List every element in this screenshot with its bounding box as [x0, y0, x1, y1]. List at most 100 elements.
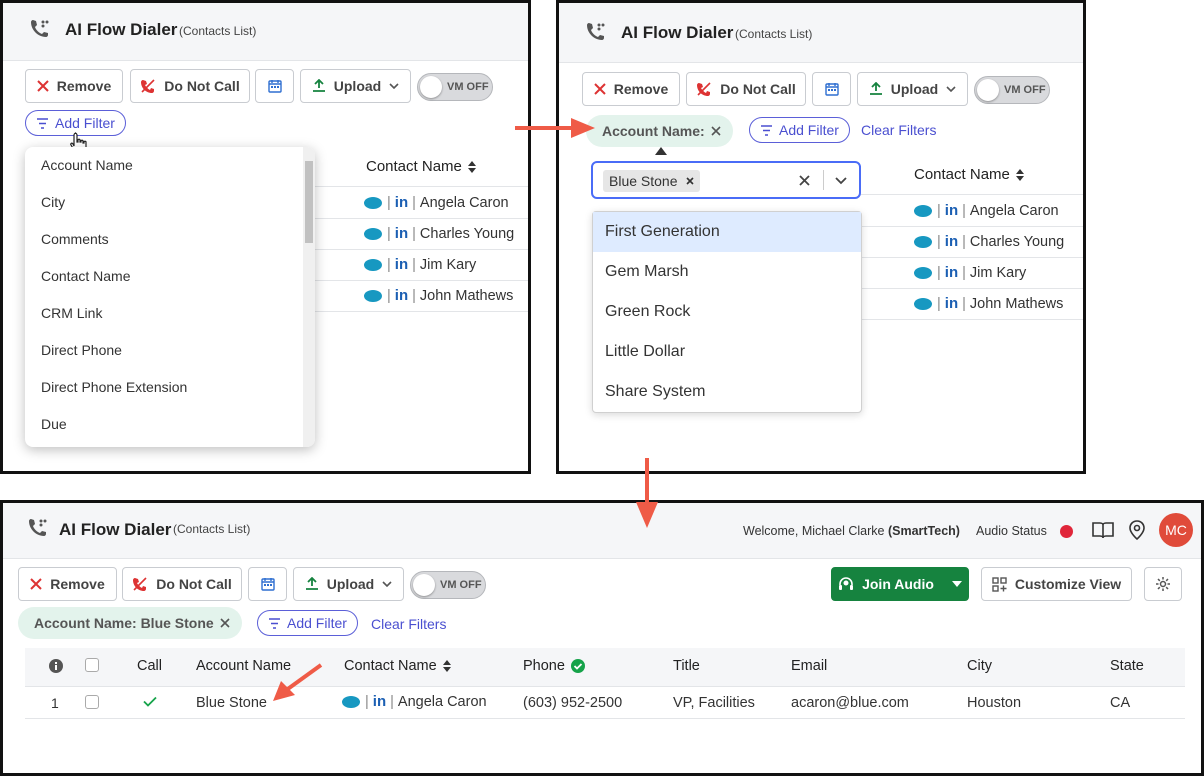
remove-button[interactable]: Remove — [25, 69, 123, 103]
value-option[interactable]: Green Rock — [593, 292, 861, 332]
chevron-down-icon[interactable] — [835, 177, 847, 185]
value-option[interactable]: First Generation — [593, 212, 861, 252]
account-name-select[interactable]: Blue Stone — [591, 161, 861, 199]
join-audio-button[interactable]: Join Audio — [831, 567, 969, 601]
do-not-call-button[interactable]: Do Not Call — [122, 567, 242, 601]
vm-toggle[interactable]: VM OFF — [417, 73, 493, 101]
scrollbar[interactable] — [303, 147, 315, 447]
contact-name-column-header[interactable]: Contact Name — [344, 658, 451, 674]
info-icon[interactable] — [49, 659, 63, 673]
add-filter-button[interactable]: Add Filter — [749, 117, 850, 143]
filter-icon — [269, 617, 280, 629]
calendar-button[interactable] — [255, 69, 294, 103]
email-column-header[interactable]: Email — [791, 658, 827, 674]
linkedin-icon[interactable]: in — [945, 233, 958, 250]
customize-view-button[interactable]: Customize View — [981, 567, 1132, 601]
salesforce-icon[interactable] — [363, 289, 383, 303]
contact-name-column-header[interactable]: Contact Name — [914, 166, 1024, 183]
salesforce-icon[interactable] — [913, 266, 933, 280]
check-icon — [143, 696, 157, 707]
linkedin-icon[interactable]: in — [395, 225, 408, 242]
location-pin-icon[interactable] — [1129, 520, 1145, 540]
linkedin-icon[interactable]: in — [395, 194, 408, 211]
calendar-button[interactable] — [812, 72, 851, 106]
linkedin-icon[interactable]: in — [945, 264, 958, 281]
calendar-button[interactable] — [248, 567, 287, 601]
sort-icon — [467, 160, 476, 173]
row-checkbox[interactable] — [85, 695, 99, 709]
panel-filtered-result: AI Flow Dialer (Contacts List) Welcome, … — [0, 500, 1204, 776]
filter-option[interactable]: Due — [25, 406, 315, 443]
app-header: AI Flow Dialer (Contacts List) Welcome, … — [3, 503, 1201, 559]
linkedin-icon[interactable]: in — [395, 256, 408, 273]
salesforce-icon[interactable] — [913, 297, 933, 311]
app-title: AI Flow Dialer — [59, 520, 172, 539]
close-icon — [594, 83, 606, 95]
state-column-header[interactable]: State — [1110, 658, 1144, 674]
phone-dialer-icon — [587, 23, 605, 40]
upload-button[interactable]: Upload — [857, 72, 968, 106]
title-column-header[interactable]: Title — [673, 658, 700, 674]
audio-status-indicator — [1060, 525, 1073, 538]
remove-button[interactable]: Remove — [582, 72, 680, 106]
linkedin-icon[interactable]: in — [945, 295, 958, 312]
add-filter-button[interactable]: Add Filter — [257, 610, 358, 636]
filter-option[interactable]: Contact Name — [25, 258, 315, 295]
salesforce-icon[interactable] — [341, 695, 361, 709]
account-name-filter-chip[interactable]: Account Name: Blue Stone — [18, 607, 242, 639]
salesforce-icon[interactable] — [363, 227, 383, 241]
phone-cell[interactable]: (603) 952-2500 — [523, 695, 622, 711]
list-item: | in | John Mathews — [363, 287, 513, 304]
linkedin-icon[interactable]: in — [945, 202, 958, 219]
filter-field-dropdown[interactable]: Account Name City Comments Contact Name … — [25, 147, 315, 447]
value-option[interactable]: Little Dollar — [593, 332, 861, 372]
settings-button[interactable] — [1144, 567, 1182, 601]
clear-icon[interactable] — [799, 175, 810, 186]
close-icon[interactable] — [711, 126, 721, 136]
email-cell: acaron@blue.com — [791, 695, 909, 711]
salesforce-icon[interactable] — [913, 204, 933, 218]
filter-option[interactable]: City — [25, 184, 315, 221]
account-name-filter-chip[interactable]: Account Name: — [586, 115, 733, 147]
phone-column-header[interactable]: Phone — [523, 658, 585, 674]
account-name-options[interactable]: First Generation Gem Marsh Green Rock Li… — [592, 211, 862, 413]
vm-toggle[interactable]: VM OFF — [410, 571, 486, 599]
remove-button[interactable]: Remove — [18, 567, 117, 601]
avatar[interactable]: MC — [1159, 513, 1193, 547]
vm-toggle[interactable]: VM OFF — [974, 76, 1050, 104]
value-option[interactable]: Gem Marsh — [593, 252, 861, 292]
salesforce-icon[interactable] — [913, 235, 933, 249]
call-column-header[interactable]: Call — [137, 658, 162, 674]
chevron-down-icon — [389, 83, 399, 89]
scrollbar-thumb[interactable] — [305, 161, 313, 243]
contact-name-column-header[interactable]: Contact Name — [366, 158, 476, 175]
filter-option[interactable]: Comments — [25, 221, 315, 258]
book-icon[interactable] — [1092, 521, 1114, 539]
gear-icon — [1156, 577, 1170, 591]
salesforce-icon[interactable] — [363, 196, 383, 210]
upload-button[interactable]: Upload — [293, 567, 404, 601]
upload-button[interactable]: Upload — [300, 69, 411, 103]
value-option[interactable]: Share System — [593, 372, 861, 412]
select-all-checkbox[interactable] — [85, 658, 99, 672]
clear-filters-link[interactable]: Clear Filters — [861, 122, 936, 138]
linkedin-icon[interactable]: in — [373, 693, 386, 710]
city-column-header[interactable]: City — [967, 658, 992, 674]
close-icon[interactable] — [685, 177, 694, 185]
account-name-cell: Blue Stone — [196, 695, 267, 711]
close-icon[interactable] — [220, 618, 230, 628]
salesforce-icon[interactable] — [363, 258, 383, 272]
do-not-call-button[interactable]: Do Not Call — [686, 72, 806, 106]
filter-option[interactable]: CRM Link — [25, 295, 315, 332]
app-subtitle: (Contacts List) — [179, 24, 257, 38]
filter-option[interactable]: Direct Phone Extension — [25, 369, 315, 406]
filter-option[interactable]: Account Name — [25, 147, 315, 184]
linkedin-icon[interactable]: in — [395, 287, 408, 304]
toggle-knob — [420, 76, 442, 98]
caret-up-icon — [655, 147, 667, 155]
close-icon — [30, 578, 42, 590]
filter-option[interactable]: Direct Phone — [25, 332, 315, 369]
caret-down-icon[interactable] — [951, 581, 962, 587]
do-not-call-button[interactable]: Do Not Call — [130, 69, 250, 103]
clear-filters-link[interactable]: Clear Filters — [371, 616, 446, 632]
